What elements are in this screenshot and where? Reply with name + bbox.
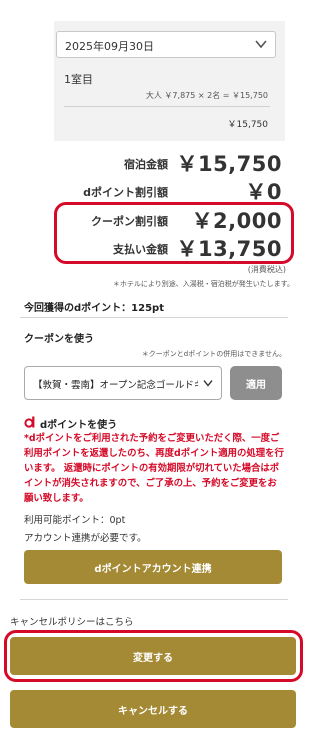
chevron-down-icon [255,40,267,49]
coupon-discount-label: クーポン割引額 [91,215,168,228]
divider [20,599,288,600]
card-divider [64,106,270,107]
payment-value: ￥13,750 [176,237,282,261]
tax-note: (消費税込) [247,265,286,274]
coupon-note: ＊クーポンとdポイントの併用はできません。 [141,350,286,358]
accommodation-label: 宿泊金額 [124,158,168,171]
cancel-policy-link[interactable]: キャンセルポリシーはこちら [10,614,134,628]
accommodation-value: ￥15,750 [176,152,282,176]
apply-coupon-button[interactable]: 適用 [230,366,282,400]
divider [20,317,288,318]
room-subtotal: ￥15,750 [227,120,269,130]
points-earned: 今回獲得のdポイント：125pt [24,303,164,314]
cancel-button[interactable]: キャンセルする [10,690,296,728]
chevron-down-icon [203,380,213,387]
dpoint-discount-label: dポイント割引額 [83,186,168,199]
payment-label: 支払い金額 [113,243,168,256]
account-link-required: アカウント連携が必要です。 [24,533,147,544]
date-value: 2025年09月30日 [65,40,154,53]
d-logo-icon [24,416,35,428]
coupon-section-title: クーポンを使う [24,334,94,345]
dpoint-warning: *dポイントをご利用された予約をご変更いただく際、一度ご利用ポイントを返還したの… [24,433,284,504]
change-button[interactable]: 変更する [10,637,296,675]
dpoint-section-title: dポイントを使う [40,420,118,431]
hotel-tax-note: ＊ホテルにより別途、入湯税・宿泊税が発生いたします。 [112,280,294,288]
coupon-select-value: 【敦賀・雲南】オープン記念ゴールドキャンペーン [33,380,198,391]
dpoint-account-link-button[interactable]: dポイントアカウント連携 [24,550,282,584]
date-select[interactable]: 2025年09月30日 [56,31,276,58]
available-points: 利用可能ポイント：0pt [24,515,126,526]
room-label: 1室目 [64,73,93,86]
coupon-discount-value: ￥2,000 [191,209,282,233]
price-detail: 大人 ￥7,875 × 2名 = ￥15,750 [145,91,268,100]
coupon-select[interactable]: 【敦賀・雲南】オープン記念ゴールドキャンペーン [24,366,222,400]
